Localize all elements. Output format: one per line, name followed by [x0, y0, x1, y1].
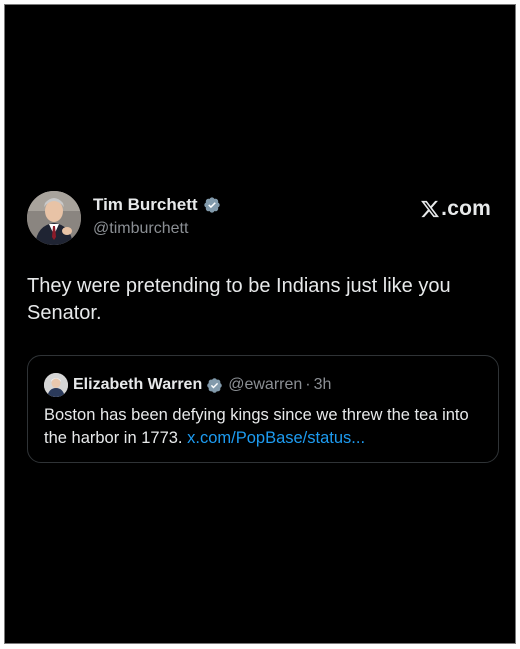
post-header: Tim Burchett @timburchett .com — [27, 191, 497, 247]
quoted-author-handle[interactable]: @ewarren — [228, 376, 302, 394]
author-name[interactable]: Tim Burchett — [93, 195, 198, 215]
quoted-post-time[interactable]: 3h — [314, 376, 332, 394]
quoted-post-text: Boston has been defying kings since we t… — [44, 404, 490, 450]
quoted-post[interactable]: Elizabeth Warren @ewarren · 3h Boston ha… — [27, 355, 499, 463]
post-card: Tim Burchett @timburchett .com They were… — [4, 4, 516, 644]
brand-logo[interactable]: .com — [420, 197, 491, 221]
quoted-author-avatar[interactable] — [44, 373, 68, 397]
quoted-author-name[interactable]: Elizabeth Warren — [73, 376, 202, 394]
quoted-post-header: Elizabeth Warren @ewarren · 3h — [44, 373, 331, 397]
separator-dot: · — [305, 376, 311, 393]
verified-badge-icon — [203, 197, 220, 213]
quoted-post-link[interactable]: x.com/PopBase/status... — [187, 429, 365, 447]
post-text: They were pretending to be Indians just … — [27, 275, 451, 324]
x-logo-icon — [421, 200, 440, 218]
author-name-line: Tim Burchett — [93, 195, 221, 215]
verified-badge-icon — [207, 377, 222, 393]
brand-suffix: .com — [441, 197, 491, 220]
author-handle[interactable]: @timburchett — [93, 220, 188, 238]
author-avatar[interactable] — [27, 191, 81, 245]
